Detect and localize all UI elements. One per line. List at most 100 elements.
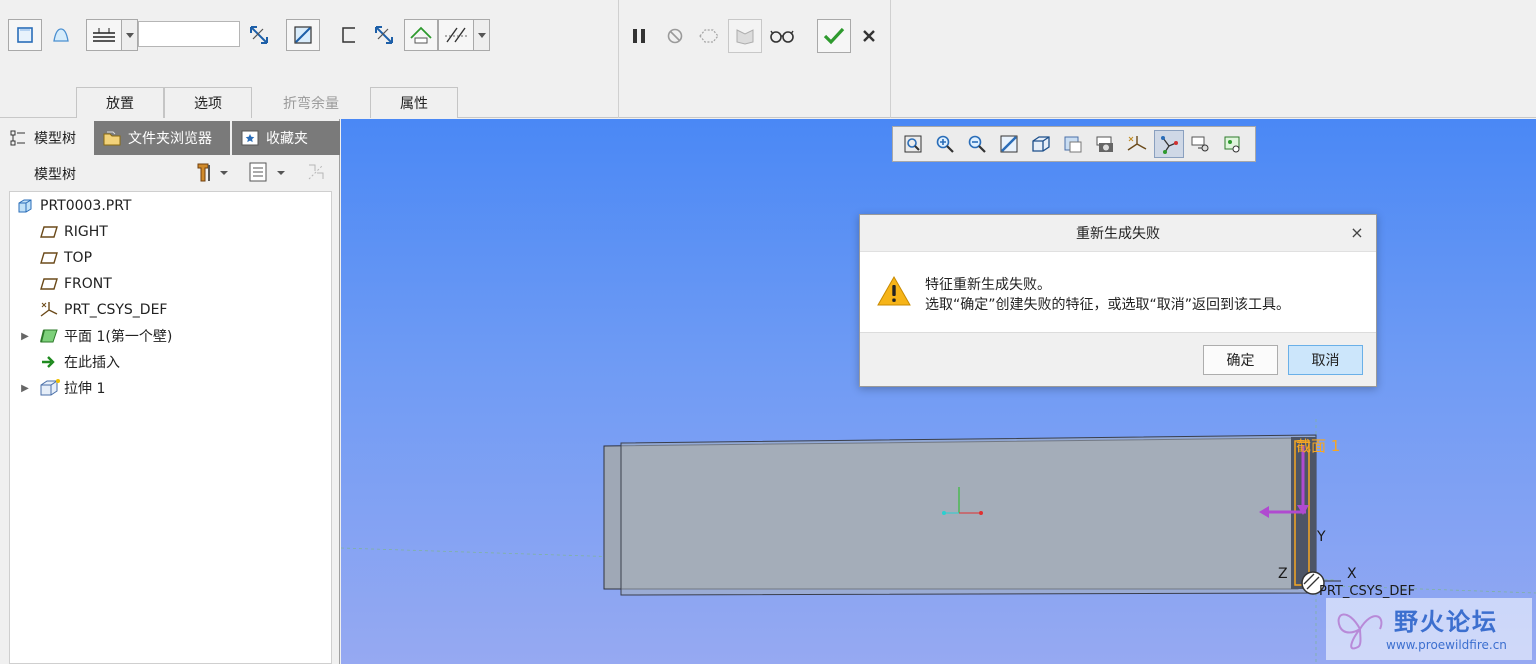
dialog-message-line2: 选取“确定”创建失败的特征，或选取“取消”返回到该工具。 [925, 297, 1291, 313]
repaint-icon [1000, 135, 1018, 153]
view-toolbar [892, 126, 1256, 162]
graphics-window[interactable]: 截面 1 Y X Z PRT_CSYS_DEF [341, 119, 1536, 664]
pause-button[interactable] [626, 22, 652, 50]
tree-item-csys[interactable]: PRT_CSYS_DEF [38, 298, 167, 322]
surface-button[interactable] [46, 19, 76, 51]
tree-item-label: 在此插入 [64, 355, 120, 371]
tree-item-front[interactable]: FRONT [38, 272, 112, 296]
tree-settings-button[interactable] [190, 159, 234, 185]
tab-favorites[interactable]: 收藏夹 [232, 121, 340, 155]
tab-model-tree-label: 模型树 [34, 131, 76, 147]
watermark-title: 野火论坛 [1394, 608, 1498, 636]
appearance-gallery-icon [1224, 136, 1240, 153]
close-icon [863, 30, 875, 42]
offset-lines-icon [445, 27, 467, 43]
tree-item-extrude[interactable]: ▶ 拉伸 1 [18, 376, 105, 400]
view-manager-button[interactable] [1186, 130, 1216, 158]
folder-browser-icon [102, 129, 122, 147]
refit-button[interactable] [898, 130, 928, 158]
expand-arrow-icon[interactable]: ▶ [18, 383, 32, 394]
tab-properties[interactable]: 属性 [370, 87, 458, 118]
separate-preview-icon [699, 29, 719, 43]
tree-item-label: PRT0003.PRT [40, 198, 132, 214]
flip-direction-icon [250, 26, 268, 44]
tree-item-label: PRT_CSYS_DEF [64, 302, 168, 318]
tree-item-label: 平面 1(第一个壁) [64, 329, 173, 345]
dialog-titlebar: 重新生成失败 × [860, 215, 1376, 252]
cancel-button[interactable]: 取消 [1288, 345, 1363, 375]
warning-icon [877, 275, 911, 306]
tab-model-tree[interactable]: 模型树 [0, 121, 92, 155]
annotation-display-button[interactable] [1154, 130, 1184, 158]
display-style-icon [1064, 136, 1082, 153]
axis-x-label: X [1347, 566, 1357, 582]
tree-item-label: FRONT [64, 276, 112, 292]
tree-item-right[interactable]: RIGHT [38, 220, 108, 244]
tree-item-label: RIGHT [64, 224, 108, 240]
butterfly-logo-icon [1337, 613, 1383, 650]
model-tree: PRT0003.PRT RIGHT TOP FRONT PRT_CSYS_DEF… [9, 191, 332, 664]
no-preview-button[interactable] [662, 22, 688, 50]
solid-extrude-button[interactable] [8, 19, 42, 51]
verify-preview-button[interactable] [728, 19, 762, 53]
relief-button[interactable] [404, 19, 438, 51]
zoom-in-button[interactable] [930, 130, 960, 158]
surface-icon [53, 28, 69, 42]
thickness-input[interactable] [138, 21, 240, 47]
tab-folder-browser[interactable]: 文件夹浏览器 [94, 121, 230, 155]
tab-favorites-label: 收藏夹 [266, 131, 308, 147]
offset-dropdown-arrow[interactable] [474, 19, 490, 51]
tree-item-label: 拉伸 1 [64, 381, 106, 397]
appearance-button[interactable] [1218, 130, 1248, 158]
confirm-feature-button[interactable] [817, 19, 851, 53]
saved-views-button[interactable] [1026, 130, 1056, 158]
thickness-option-button[interactable] [86, 19, 122, 51]
model-tree-icon [8, 129, 28, 147]
dialog-message-line1: 特征重新生成失败。 [925, 277, 1051, 293]
tree-item-insert-here[interactable]: 在此插入 [38, 350, 120, 374]
tree-link-button[interactable] [302, 159, 330, 185]
sheet-side-button[interactable] [336, 19, 362, 51]
tree-filter-button[interactable] [244, 159, 290, 185]
cancel-feature-button[interactable] [857, 22, 881, 50]
tree-item-flat-wall[interactable]: ▶ 平面 1(第一个壁) [18, 324, 172, 348]
offset-button[interactable] [438, 19, 474, 51]
model-tree-header: 模型树 [0, 155, 340, 189]
repaint-button[interactable] [994, 130, 1024, 158]
remove-material-button[interactable] [286, 19, 320, 51]
spin-center-icon [1161, 136, 1178, 154]
check-icon [823, 27, 845, 45]
tree-item-part[interactable]: PRT0003.PRT [14, 194, 132, 218]
render-button[interactable] [1090, 130, 1120, 158]
display-style-button[interactable] [1058, 130, 1088, 158]
favorites-icon [240, 129, 260, 147]
model-tree-title: 模型树 [34, 167, 76, 183]
flip-thickness-button[interactable] [244, 19, 274, 51]
ribbon-separator [890, 0, 891, 118]
expand-arrow-icon[interactable]: ▶ [18, 331, 32, 342]
zoom-in-icon [936, 135, 954, 153]
tab-folder-browser-label: 文件夹浏览器 [128, 131, 212, 147]
view-manager-icon [1191, 136, 1209, 152]
flip-direction-icon [375, 26, 393, 44]
close-icon[interactable]: × [1348, 223, 1366, 242]
pause-icon [633, 29, 645, 43]
flip-side-button[interactable] [369, 19, 399, 51]
zoom-out-button[interactable] [962, 130, 992, 158]
tab-placement[interactable]: 放置 [76, 87, 164, 118]
datum-display-button[interactable] [1122, 130, 1152, 158]
preview-glasses-button[interactable] [766, 22, 798, 50]
tab-options[interactable]: 选项 [164, 87, 252, 118]
ribbon-separator [618, 0, 619, 118]
separate-preview-button[interactable] [694, 22, 724, 50]
datum-plane-icon [38, 275, 60, 293]
zoom-fit-icon [904, 135, 922, 153]
tree-item-label: TOP [64, 250, 93, 266]
thickness-dropdown-arrow[interactable] [122, 19, 138, 51]
axis-y-label: Y [1317, 529, 1326, 545]
verify-mode-icon [736, 29, 754, 45]
tools-icon [197, 163, 228, 182]
tree-item-top[interactable]: TOP [38, 246, 92, 270]
ok-button[interactable]: 确定 [1203, 345, 1278, 375]
no-preview-icon [667, 28, 683, 44]
